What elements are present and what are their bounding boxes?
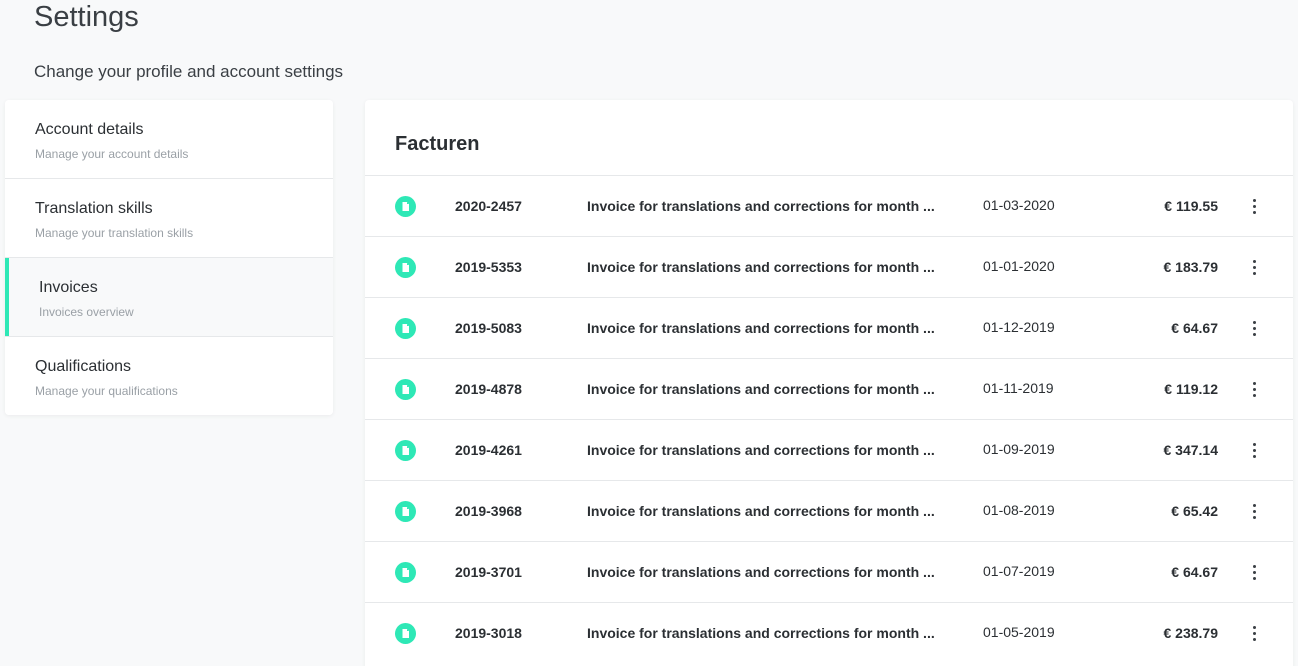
more-options-icon[interactable]	[1249, 319, 1261, 337]
settings-sidebar: Account details Manage your account deta…	[5, 100, 333, 415]
more-options-icon[interactable]	[1249, 441, 1261, 459]
more-options-icon[interactable]	[1249, 502, 1261, 520]
invoice-row[interactable]: 2019-3968 Invoice for translations and c…	[365, 480, 1293, 541]
more-options-icon[interactable]	[1249, 563, 1261, 581]
invoice-date: 01-09-2019	[983, 441, 1055, 457]
invoice-amount: € 119.55	[1164, 198, 1218, 214]
invoice-amount: € 347.14	[1163, 442, 1219, 458]
invoice-amount: € 238.79	[1163, 625, 1219, 641]
invoice-number: 2019-5083	[455, 320, 522, 336]
more-options-icon[interactable]	[1249, 258, 1261, 276]
document-icon[interactable]	[395, 501, 416, 522]
invoice-amount: € 65.42	[1171, 503, 1218, 519]
document-icon[interactable]	[395, 562, 416, 583]
sidebar-item-invoices[interactable]: Invoices Invoices overview	[5, 258, 333, 337]
sidebar-item-account-details[interactable]: Account details Manage your account deta…	[5, 100, 333, 179]
more-options-icon[interactable]	[1249, 197, 1261, 215]
sidebar-item-translation-skills[interactable]: Translation skills Manage your translati…	[5, 179, 333, 258]
invoice-row[interactable]: 2019-3701 Invoice for translations and c…	[365, 541, 1293, 602]
invoice-description: Invoice for translations and corrections…	[587, 625, 935, 641]
invoice-row[interactable]: 2019-5083 Invoice for translations and c…	[365, 297, 1293, 358]
sidebar-item-label: Invoices	[39, 279, 98, 296]
invoice-amount: € 64.67	[1171, 564, 1218, 580]
sidebar-item-qualifications[interactable]: Qualifications Manage your qualification…	[5, 337, 333, 415]
document-icon[interactable]	[395, 623, 416, 644]
invoice-amount: € 64.67	[1171, 320, 1218, 336]
invoice-number: 2020-2457	[455, 198, 522, 214]
invoice-amount: € 183.79	[1163, 259, 1219, 275]
invoice-number: 2019-4261	[455, 442, 522, 458]
invoice-number: 2019-4878	[455, 381, 522, 397]
more-options-icon[interactable]	[1249, 380, 1261, 398]
document-icon[interactable]	[395, 379, 416, 400]
invoice-number: 2019-5353	[455, 259, 522, 275]
sidebar-item-description: Manage your account details	[35, 147, 189, 161]
active-indicator	[5, 258, 9, 336]
invoice-description: Invoice for translations and corrections…	[587, 381, 935, 397]
sidebar-item-label: Account details	[35, 121, 144, 138]
document-icon[interactable]	[395, 196, 416, 217]
sidebar-item-description: Manage your qualifications	[35, 384, 178, 398]
invoice-row[interactable]: 2019-3018 Invoice for translations and c…	[365, 602, 1293, 663]
more-options-icon[interactable]	[1249, 624, 1261, 642]
invoice-description: Invoice for translations and corrections…	[587, 320, 935, 336]
document-icon[interactable]	[395, 440, 416, 461]
invoice-date: 01-12-2019	[983, 319, 1055, 335]
invoice-description: Invoice for translations and corrections…	[587, 198, 935, 214]
sidebar-item-description: Invoices overview	[39, 305, 134, 319]
document-icon[interactable]	[395, 318, 416, 339]
invoice-row[interactable]: 2019-4261 Invoice for translations and c…	[365, 419, 1293, 480]
invoice-date: 01-08-2019	[983, 502, 1055, 518]
sidebar-item-description: Manage your translation skills	[35, 226, 194, 240]
page-subtitle: Change your profile and account settings	[34, 62, 344, 81]
card-title: Facturen	[395, 133, 480, 155]
invoice-number: 2019-3701	[455, 564, 522, 580]
invoice-description: Invoice for translations and corrections…	[587, 442, 935, 458]
invoice-date: 01-07-2019	[983, 563, 1055, 579]
invoice-date: 01-11-2019	[983, 380, 1054, 396]
page-title: Settings	[34, 1, 139, 33]
invoice-row[interactable]: 2019-4878 Invoice for translations and c…	[365, 358, 1293, 419]
invoice-description: Invoice for translations and corrections…	[587, 259, 935, 275]
invoice-date: 01-03-2020	[983, 197, 1055, 213]
invoice-row[interactable]: 2020-2457 Invoice for translations and c…	[365, 175, 1293, 236]
invoice-row[interactable]: 2019-5353 Invoice for translations and c…	[365, 236, 1293, 297]
invoice-description: Invoice for translations and corrections…	[587, 564, 935, 580]
invoice-amount: € 119.12	[1164, 381, 1218, 397]
invoice-list: 2020-2457 Invoice for translations and c…	[365, 175, 1293, 663]
document-icon[interactable]	[395, 257, 416, 278]
sidebar-item-label: Translation skills	[35, 200, 153, 217]
invoices-card: Facturen 2020-2457 Invoice for translati…	[365, 100, 1293, 666]
invoice-date: 01-05-2019	[983, 624, 1055, 640]
invoice-number: 2019-3968	[455, 503, 522, 519]
invoice-date: 01-01-2020	[983, 258, 1055, 274]
sidebar-item-label: Qualifications	[35, 358, 132, 375]
invoice-description: Invoice for translations and corrections…	[587, 503, 935, 519]
invoice-number: 2019-3018	[455, 625, 522, 641]
